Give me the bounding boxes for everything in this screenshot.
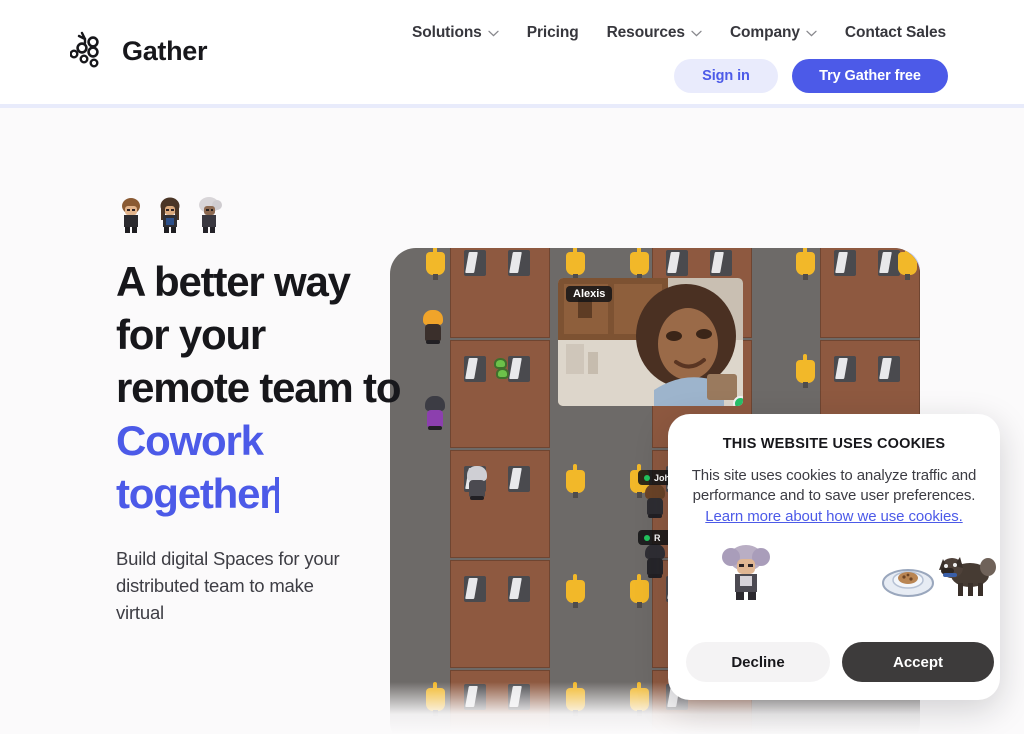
cookie-consent-dialog: THIS WEBSITE USES COOKIES This site uses… [668,414,1000,700]
office-chair [566,574,585,608]
nav-label-solutions: Solutions [412,24,482,41]
hero-subtext: Build digital Spaces for your distribute… [116,547,340,624]
office-chair [566,464,585,498]
hero-heading: A better way for your remote team to Cow… [116,256,401,521]
desk-plant [496,368,509,379]
nav-item-solutions[interactable]: Solutions [412,24,499,42]
nav-label-pricing: Pricing [526,24,579,41]
cookie-dialog-actions: Decline Accept [686,642,994,682]
gather-grape-logo-icon [70,31,99,68]
office-chair [630,574,649,608]
nav-item-company[interactable]: Company [730,24,817,42]
pixel-character-gray-hair-icon [722,544,770,600]
video-participant-name: Alexis [566,286,613,302]
office-chair [426,682,445,716]
sign-in-button[interactable]: Sign in [674,59,778,93]
self-view-tile[interactable] [707,374,737,400]
office-chair [796,248,815,280]
office-chair [566,248,585,280]
desk-monitor [508,250,530,276]
chevron-down-icon [691,30,702,36]
map-avatar-orange [420,310,446,344]
desk-monitor [710,250,732,276]
office-chair [796,354,815,388]
desk-monitor [508,356,530,382]
desk-monitor [878,250,900,276]
cookie-dialog-body: This site uses cookies to analyze traffi… [691,467,977,504]
office-chair [630,248,649,280]
header-actions: Sign in Try Gather free [674,59,948,93]
desk-monitor [834,356,856,382]
primary-navigation: Solutions Pricing Resources Company Cont… [412,24,946,42]
pixel-cookie-plate-icon [882,568,934,597]
nav-label-resources: Resources [606,24,685,41]
hero-avatar-row [116,196,401,234]
avatar-brown-hair-icon [122,198,140,233]
nav-label-company: Company [729,24,800,41]
hero-heading-accent: Cowork together [116,416,276,517]
office-chair [566,682,585,716]
desk-monitor [508,684,530,710]
chevron-down-icon [806,30,817,36]
pixel-dog-icon [939,556,996,596]
map-avatar-r [642,544,668,578]
desk-monitor [464,250,486,276]
office-chair [898,248,917,280]
brand-name: Gather [122,35,208,66]
cookie-dialog-artwork [690,535,996,609]
map-avatar-john [642,484,668,518]
map-avatar-seated [464,466,490,500]
typing-caret [275,476,280,513]
nav-item-contact-sales[interactable]: Contact Sales [845,24,946,42]
cookie-learn-more-link[interactable]: Learn more about how we use cookies. [690,508,978,525]
online-status-dot [644,474,650,481]
cookie-dialog-title: THIS WEBSITE USES COOKIES [722,436,946,452]
video-call-tile[interactable]: Alexis [558,278,743,406]
hero-content: A better way for your remote team to Cow… [116,196,401,627]
desk-monitor [464,356,486,382]
brand-logo-link[interactable]: Gather [70,30,208,72]
desk-monitor [834,250,856,276]
desk-monitor [464,684,486,710]
online-status-dot [644,534,650,541]
nav-item-resources[interactable]: Resources [607,24,702,42]
desk-monitor [666,250,688,276]
avatar-dark-hair-icon [160,197,180,233]
chevron-down-icon [488,30,499,36]
participant-label-r: R [654,532,661,543]
office-chair [426,248,445,280]
participant-name-tag-r: R [638,530,672,545]
site-header: Gather Solutions Pricing Resources Compa… [0,0,1024,108]
avatar-white-hair-icon [199,197,222,233]
decline-cookies-button[interactable]: Decline [686,642,830,682]
desk-monitor [878,356,900,382]
mic-status-indicator[interactable] [733,396,743,406]
desk-monitor [464,576,486,602]
desk-monitor [508,576,530,602]
page-root: Gather Solutions Pricing Resources Compa… [0,0,1024,734]
nav-label-contact-sales: Contact Sales [844,24,947,41]
desk-monitor [508,466,530,492]
hero-heading-static: A better way for your remote team to [116,258,401,411]
map-avatar-purple [422,396,448,430]
accept-cookies-button[interactable]: Accept [842,642,994,682]
nav-item-pricing[interactable]: Pricing [527,24,579,42]
office-chair [630,682,649,716]
try-gather-free-button[interactable]: Try Gather free [792,59,948,93]
